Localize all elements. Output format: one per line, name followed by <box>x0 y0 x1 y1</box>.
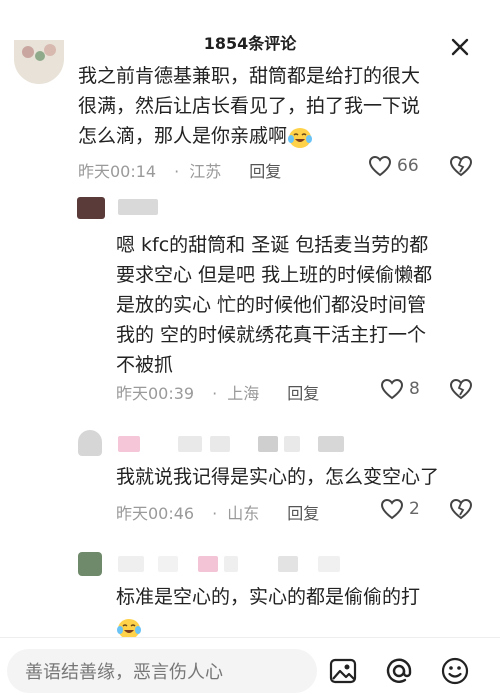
reply-button[interactable]: 回复 <box>287 504 319 523</box>
avatar[interactable] <box>14 40 64 84</box>
like-count: 66 <box>397 156 419 176</box>
comment-line: 不被抓 <box>116 354 174 376</box>
comment-count-title: 1854条评论 <box>203 34 297 53</box>
avatar[interactable] <box>78 552 102 576</box>
comment-line-with-emoji: 怎么滴，那人是你亲戚啊 <box>78 121 488 151</box>
laughing-crying-emoji-icon <box>288 127 313 148</box>
comment-line: 很满，然后让店长看见了，拍了我一下说 <box>78 95 421 117</box>
emoji-icon[interactable] <box>440 656 470 686</box>
close-icon[interactable] <box>447 34 473 60</box>
laughing-crying-emoji-icon <box>117 618 141 639</box>
broken-heart-icon[interactable] <box>449 498 473 520</box>
comment-location: 江苏 <box>189 162 222 181</box>
comment-location: 山东 <box>227 504 260 523</box>
comment-text: 标准是空心的，实心的都是偷偷的打 <box>116 582 486 642</box>
comment-line: 我之前肯德基兼职，甜筒都是给打的很大 <box>78 65 421 87</box>
comment-input[interactable]: 善语结善缘，恶言伤人心 <box>7 649 317 693</box>
redacted-username <box>198 556 218 572</box>
comment-text: 我就说我记得是实心的，怎么变空心了 <box>116 462 486 492</box>
comment-input-bar: 善语结善缘，恶言伤人心 <box>0 637 500 700</box>
avatar[interactable] <box>78 430 102 456</box>
comment-line: 是放的实心 忙的时候他们都没时间管 <box>116 294 427 316</box>
comment-line: 要求空心 但是吧 我上班的时候偷懒都 <box>116 264 433 286</box>
comment-input-placeholder: 善语结善缘，恶言伤人心 <box>25 662 223 683</box>
comment-time: 昨天00:39 <box>116 384 195 403</box>
avatar[interactable] <box>77 197 105 219</box>
like-button[interactable]: 2 <box>380 498 420 520</box>
comment-time: 昨天00:14 <box>78 162 157 181</box>
comments-header: 1854条评论 <box>0 0 500 70</box>
reply-button[interactable]: 回复 <box>249 162 281 181</box>
redacted-username <box>178 436 202 452</box>
like-button[interactable]: 8 <box>380 378 420 400</box>
comment-line: 标准是空心的，实心的都是偷偷的打 <box>116 586 421 608</box>
redacted-username <box>258 436 278 452</box>
redacted-username <box>210 436 230 452</box>
broken-heart-icon[interactable] <box>449 155 473 177</box>
broken-heart-icon[interactable] <box>449 378 473 400</box>
comment-line: 嗯 kfc的甜筒和 圣诞 包括麦当劳的都 <box>116 234 429 256</box>
comment-line: 怎么滴，那人是你亲戚啊 <box>78 125 288 147</box>
redacted-username <box>278 556 298 572</box>
mention-icon[interactable] <box>384 656 414 686</box>
like-count: 8 <box>409 379 420 399</box>
reply-button[interactable]: 回复 <box>287 384 319 403</box>
comment-meta: 昨天00:46 · 山东 回复 <box>116 504 320 523</box>
heart-icon <box>380 498 404 520</box>
redacted-username <box>224 556 238 572</box>
comment-text: 嗯 kfc的甜筒和 圣诞 包括麦当劳的都 要求空心 但是吧 我上班的时候偷懒都 … <box>116 230 486 380</box>
redacted-username <box>318 436 344 452</box>
heart-icon <box>368 155 392 177</box>
redacted-username <box>118 556 144 572</box>
like-button[interactable]: 66 <box>368 155 419 177</box>
redacted-username <box>284 436 300 452</box>
redacted-username <box>318 556 340 572</box>
comment-meta: 昨天00:14 · 江苏 回复 <box>78 162 282 181</box>
comment-meta: 昨天00:39 · 上海 回复 <box>116 384 320 403</box>
image-icon[interactable] <box>328 656 358 686</box>
comment-line: 我就说我记得是实心的，怎么变空心了 <box>116 466 440 488</box>
redacted-username <box>158 556 178 572</box>
like-count: 2 <box>409 499 420 519</box>
redacted-username <box>118 436 140 452</box>
comment-text: 我之前肯德基兼职，甜筒都是给打的很大 很满，然后让店长看见了，拍了我一下说 怎么… <box>78 61 488 151</box>
heart-icon <box>380 378 404 400</box>
comment-time: 昨天00:46 <box>116 504 195 523</box>
comment-location: 上海 <box>227 384 260 403</box>
comment-line: 我的 空的时候就绣花真干活主打一个 <box>116 324 427 346</box>
avatar-image-icon <box>22 44 56 61</box>
redacted-username <box>118 199 158 215</box>
